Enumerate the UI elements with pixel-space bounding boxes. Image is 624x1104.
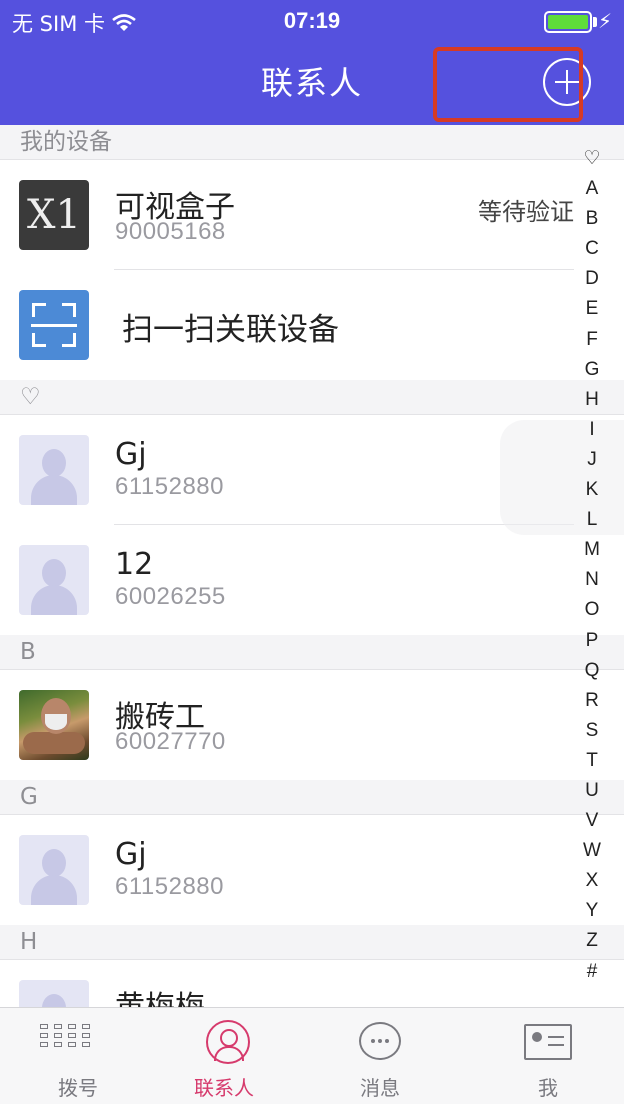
- profile-card-icon: [524, 1024, 572, 1060]
- section-header-favorites: ♡: [0, 380, 624, 415]
- message-icon: [359, 1022, 401, 1060]
- index-letter[interactable]: Z: [580, 926, 604, 956]
- tab-contacts[interactable]: 联系人: [146, 1008, 302, 1104]
- default-avatar-icon: [19, 435, 89, 505]
- device-row[interactable]: X1 可视盒子 90005168 等待验证: [0, 160, 624, 270]
- dialpad-icon: [40, 1024, 90, 1047]
- contact-number: 61152880: [115, 473, 224, 500]
- tab-label: 拨号: [58, 1076, 98, 1100]
- index-letter[interactable]: E: [580, 294, 604, 324]
- default-avatar-icon: [19, 545, 89, 615]
- battery-icon: [544, 11, 592, 33]
- contact-number: 60027770: [115, 728, 226, 755]
- scan-link-label: 扫一扫关联设备: [122, 312, 339, 348]
- contact-row[interactable]: 黄梅梅: [0, 960, 624, 1007]
- index-letter[interactable]: D: [580, 264, 604, 294]
- index-letter[interactable]: W: [580, 836, 604, 866]
- pending-verification-status[interactable]: 等待验证: [478, 192, 574, 227]
- section-header-h: H: [0, 925, 624, 960]
- section-header-devices: 我的设备: [0, 125, 624, 160]
- tab-dial[interactable]: 拨号: [0, 1008, 156, 1104]
- index-letter[interactable]: N: [580, 565, 604, 595]
- index-letter[interactable]: Y: [580, 896, 604, 926]
- index-letter[interactable]: #: [580, 957, 604, 987]
- index-letter[interactable]: M: [580, 535, 604, 565]
- tab-label: 我: [538, 1076, 558, 1100]
- tab-bar: 拨号 联系人 消息 我: [0, 1007, 624, 1104]
- index-letter[interactable]: Q: [580, 656, 604, 686]
- index-letter[interactable]: I: [580, 415, 604, 445]
- device-avatar: X1: [19, 180, 89, 250]
- index-letter[interactable]: ♡: [580, 144, 604, 174]
- status-bar: 无 SIM 卡 07:19 ⚡: [0, 0, 624, 42]
- tab-messages[interactable]: 消息: [302, 1008, 458, 1104]
- charging-bolt-icon: ⚡: [597, 9, 612, 33]
- avatar-photo: [19, 690, 89, 760]
- index-letter[interactable]: F: [580, 325, 604, 355]
- index-letter[interactable]: V: [580, 806, 604, 836]
- index-letter[interactable]: H: [580, 385, 604, 415]
- index-letter[interactable]: G: [580, 355, 604, 385]
- index-letter[interactable]: B: [580, 204, 604, 234]
- index-letter[interactable]: A: [580, 174, 604, 204]
- section-header-g: G: [0, 780, 624, 815]
- device-number: 90005168: [115, 218, 226, 245]
- contact-number: 61152880: [115, 873, 224, 900]
- floating-assistive-button[interactable]: [500, 420, 624, 535]
- contact-name: Gj: [115, 837, 147, 872]
- index-letter[interactable]: L: [580, 505, 604, 535]
- index-letter[interactable]: U: [580, 776, 604, 806]
- section-header-b: B: [0, 635, 624, 670]
- contact-number: 60026255: [115, 583, 226, 610]
- default-avatar-icon: [19, 835, 89, 905]
- index-letter[interactable]: S: [580, 716, 604, 746]
- annotation-highlight-box: [433, 47, 583, 122]
- contact-name: 12: [115, 547, 154, 582]
- index-letter[interactable]: O: [580, 595, 604, 625]
- scan-qr-icon: [19, 290, 89, 360]
- index-letter[interactable]: C: [580, 234, 604, 264]
- index-letter[interactable]: K: [580, 475, 604, 505]
- tab-label: 消息: [360, 1076, 400, 1100]
- contact-row[interactable]: 12 60026255: [0, 525, 624, 635]
- contact-name: Gj: [115, 437, 147, 472]
- contact-row[interactable]: Gj 61152880: [0, 815, 624, 925]
- contact-list[interactable]: 我的设备 X1 可视盒子 90005168 等待验证 扫一扫关联设备 ♡ Gj …: [0, 125, 624, 1007]
- index-letter[interactable]: X: [580, 866, 604, 896]
- contact-row[interactable]: 搬砖工 60027770: [0, 670, 624, 780]
- index-letter[interactable]: R: [580, 686, 604, 716]
- tab-me[interactable]: 我: [470, 1008, 624, 1104]
- default-avatar-icon: [19, 980, 89, 1007]
- battery-cap: [593, 17, 597, 27]
- contact-name: 黄梅梅: [115, 982, 205, 1007]
- index-letter[interactable]: P: [580, 626, 604, 656]
- index-letter[interactable]: J: [580, 445, 604, 475]
- contacts-icon: [206, 1020, 250, 1064]
- scan-link-device-row[interactable]: 扫一扫关联设备: [0, 270, 624, 380]
- alphabet-index[interactable]: ♡ A B C D E F G H I J K L M N O P Q R S …: [580, 144, 604, 987]
- tab-label: 联系人: [194, 1076, 254, 1100]
- index-letter[interactable]: T: [580, 746, 604, 776]
- status-time: 07:19: [283, 8, 341, 33]
